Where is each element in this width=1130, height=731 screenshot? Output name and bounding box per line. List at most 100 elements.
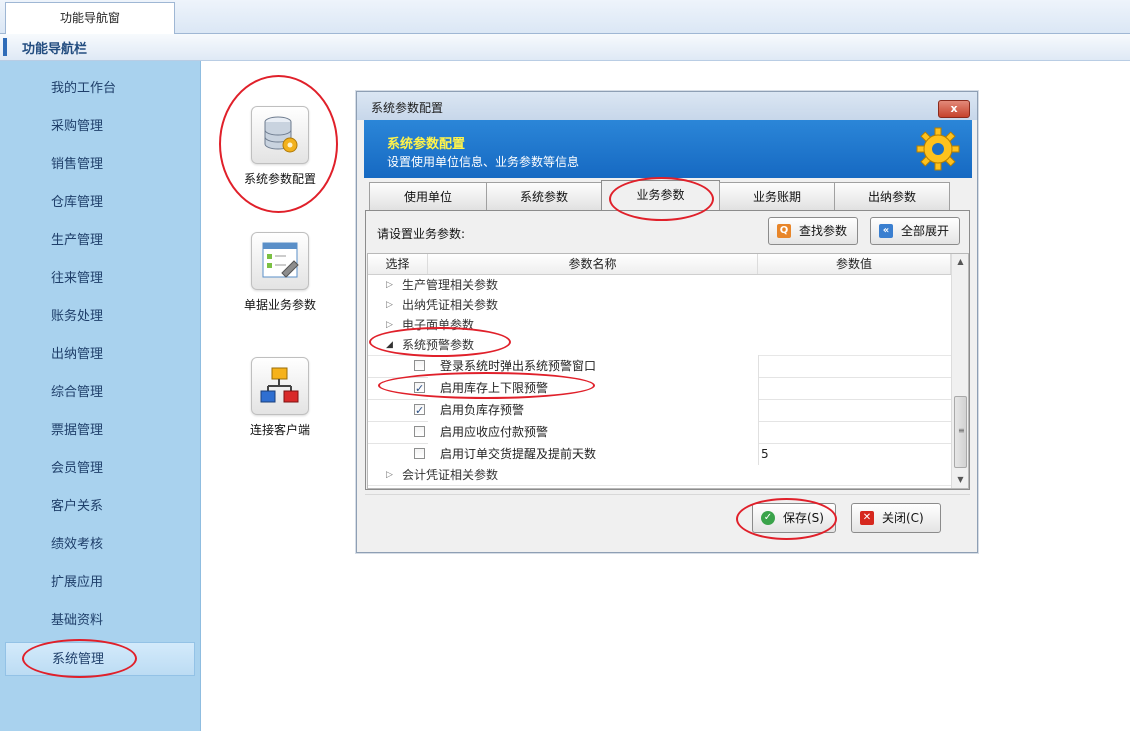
launcher-document-params[interactable]: 单据业务参数 <box>232 232 328 313</box>
sidebar-item-extensions[interactable]: 扩展应用 <box>5 566 195 600</box>
collapse-triangle-icon: ◢ <box>386 340 393 350</box>
search-icon: Q <box>777 224 791 238</box>
select-cell <box>368 421 428 443</box>
select-cell <box>368 377 428 400</box>
tab-business-period[interactable]: 业务账期 <box>719 182 835 210</box>
value-cell[interactable]: 5 <box>758 443 952 465</box>
group-name: 会计凭证相关参数 <box>402 468 499 482</box>
expand-all-label: 全部展开 <box>901 224 950 238</box>
column-select[interactable]: 选择 <box>368 254 428 274</box>
column-param-value[interactable]: 参数值 <box>758 254 951 274</box>
select-cell <box>368 355 428 377</box>
value-cell[interactable] <box>758 399 952 421</box>
save-label: 保存(S) <box>783 511 824 525</box>
launcher-system-config[interactable]: 系统参数配置 <box>232 106 328 187</box>
find-params-button[interactable]: Q 查找参数 <box>768 217 858 245</box>
group-name: 生产管理相关参数 <box>402 278 499 292</box>
sidebar-item-production[interactable]: 生产管理 <box>5 224 195 258</box>
navbar-title: 功能导航栏 <box>22 42 88 57</box>
launcher-connect-client[interactable]: 连接客户端 <box>232 357 328 438</box>
close-icon: ✕ <box>860 511 874 525</box>
sidebar-item-ledger[interactable]: 账务处理 <box>5 300 195 334</box>
checkbox[interactable] <box>414 400 425 422</box>
table-row[interactable]: 启用库存上下限预警 <box>368 377 951 400</box>
value-cell[interactable] <box>758 377 952 399</box>
expand-triangle-icon: ▷ <box>386 320 393 330</box>
table-row[interactable]: 启用负库存预警 <box>368 399 951 422</box>
sidebar-item-accounts[interactable]: 往来管理 <box>5 262 195 296</box>
sidebar-item-workbench[interactable]: 我的工作台 <box>5 72 195 106</box>
launcher-label: 单据业务参数 <box>243 298 316 312</box>
checkbox[interactable] <box>414 378 425 400</box>
param-name: 启用负库存预警 <box>440 403 525 417</box>
checkbox[interactable] <box>414 426 425 437</box>
sidebar-item-general[interactable]: 综合管理 <box>5 376 195 410</box>
navbar-accent <box>3 38 7 56</box>
sidebar-item-crm[interactable]: 客户关系 <box>5 490 195 524</box>
form-settings-icon <box>251 232 309 290</box>
find-params-label: 查找参数 <box>799 224 848 238</box>
column-param-name[interactable]: 参数名称 <box>428 254 758 274</box>
save-button[interactable]: ✓ 保存(S) <box>752 503 836 533</box>
value-cell[interactable] <box>758 355 952 377</box>
name-cell: 启用库存上下限预警 <box>428 377 758 399</box>
checkbox[interactable] <box>414 448 425 459</box>
group-row-cashier-voucher[interactable]: ▷ 出纳凭证相关参数 <box>368 295 951 316</box>
tab-unit[interactable]: 使用单位 <box>369 182 487 210</box>
table-row[interactable]: 启用应收应付款预警 <box>368 421 951 444</box>
group-row-e-waybill[interactable]: ▷ 电子面单参数 <box>368 315 951 336</box>
select-cell <box>368 399 428 422</box>
expand-all-button[interactable]: « 全部展开 <box>870 217 960 245</box>
system-config-dialog: 系统参数配置 x 系统参数配置 设置使用单位信息、业务参数等信息 使用单位 系统… <box>356 91 978 553</box>
grid-header: 选择 参数名称 参数值 <box>368 254 951 275</box>
network-topology-icon <box>251 357 309 415</box>
dialog-titlebar[interactable]: 系统参数配置 x <box>357 92 977 120</box>
dialog-close-icon[interactable]: x <box>938 100 970 118</box>
sidebar: 我的工作台 采购管理 销售管理 仓库管理 生产管理 往来管理 账务处理 出纳管理… <box>0 61 201 731</box>
table-row[interactable]: 启用订单交货提醒及提前天数 5 <box>368 443 951 466</box>
grid-scrollbar[interactable]: ▲ ≡ ▼ <box>951 254 968 488</box>
sidebar-item-performance[interactable]: 绩效考核 <box>5 528 195 562</box>
sidebar-item-master-data[interactable]: 基础资料 <box>5 604 195 638</box>
sidebar-item-cashier[interactable]: 出纳管理 <box>5 338 195 372</box>
sidebar-item-warehouse[interactable]: 仓库管理 <box>5 186 195 220</box>
sidebar-item-sales[interactable]: 销售管理 <box>5 148 195 182</box>
gear-icon <box>916 127 960 171</box>
param-value: 5 <box>761 447 769 461</box>
scroll-thumb[interactable]: ≡ <box>954 396 967 468</box>
launcher-label: 系统参数配置 <box>243 172 316 186</box>
sidebar-item-members[interactable]: 会员管理 <box>5 452 195 486</box>
navbar-header: 功能导航栏 <box>0 34 1130 61</box>
footer-divider <box>365 494 970 495</box>
name-cell: 启用订单交货提醒及提前天数 <box>428 443 758 465</box>
sidebar-item-purchase[interactable]: 采购管理 <box>5 110 195 144</box>
close-label: 关闭(C) <box>882 511 924 525</box>
scroll-down-icon[interactable]: ▼ <box>953 472 968 488</box>
banner-subtitle: 设置使用单位信息、业务参数等信息 <box>387 155 580 169</box>
close-button[interactable]: ✕ 关闭(C) <box>851 503 941 533</box>
database-gear-icon <box>251 106 309 164</box>
group-row-accounting-voucher[interactable]: ▷ 会计凭证相关参数 <box>368 465 951 486</box>
group-row-system-alert[interactable]: ◢ 系统预警参数 <box>368 335 951 356</box>
param-name: 登录系统时弹出系统预警窗口 <box>440 359 597 373</box>
select-cell <box>368 443 428 465</box>
param-name: 启用库存上下限预警 <box>440 381 549 395</box>
sidebar-item-bills[interactable]: 票据管理 <box>5 414 195 448</box>
tab-cashier-params[interactable]: 出纳参数 <box>834 182 950 210</box>
table-row[interactable]: 登录系统时弹出系统预警窗口 <box>368 355 951 378</box>
checkbox[interactable] <box>414 360 425 371</box>
check-icon: ✓ <box>761 511 775 525</box>
tab-business-params[interactable]: 业务参数 <box>601 180 720 211</box>
value-cell[interactable] <box>758 421 952 443</box>
expand-all-icon: « <box>879 224 893 238</box>
name-cell: 启用应收应付款预警 <box>428 421 758 443</box>
expand-triangle-icon: ▷ <box>386 300 393 310</box>
scroll-up-icon[interactable]: ▲ <box>953 254 968 270</box>
tab-function-navigation[interactable]: 功能导航窗 <box>5 2 175 34</box>
sidebar-item-system[interactable]: 系统管理 <box>5 642 195 676</box>
group-row-production[interactable]: ▷ 生产管理相关参数 <box>368 275 951 296</box>
tab-system-params[interactable]: 系统参数 <box>486 182 602 210</box>
prompt-label: 请设置业务参数: <box>377 227 466 241</box>
param-name: 启用应收应付款预警 <box>440 425 549 439</box>
group-name: 出纳凭证相关参数 <box>402 298 499 312</box>
